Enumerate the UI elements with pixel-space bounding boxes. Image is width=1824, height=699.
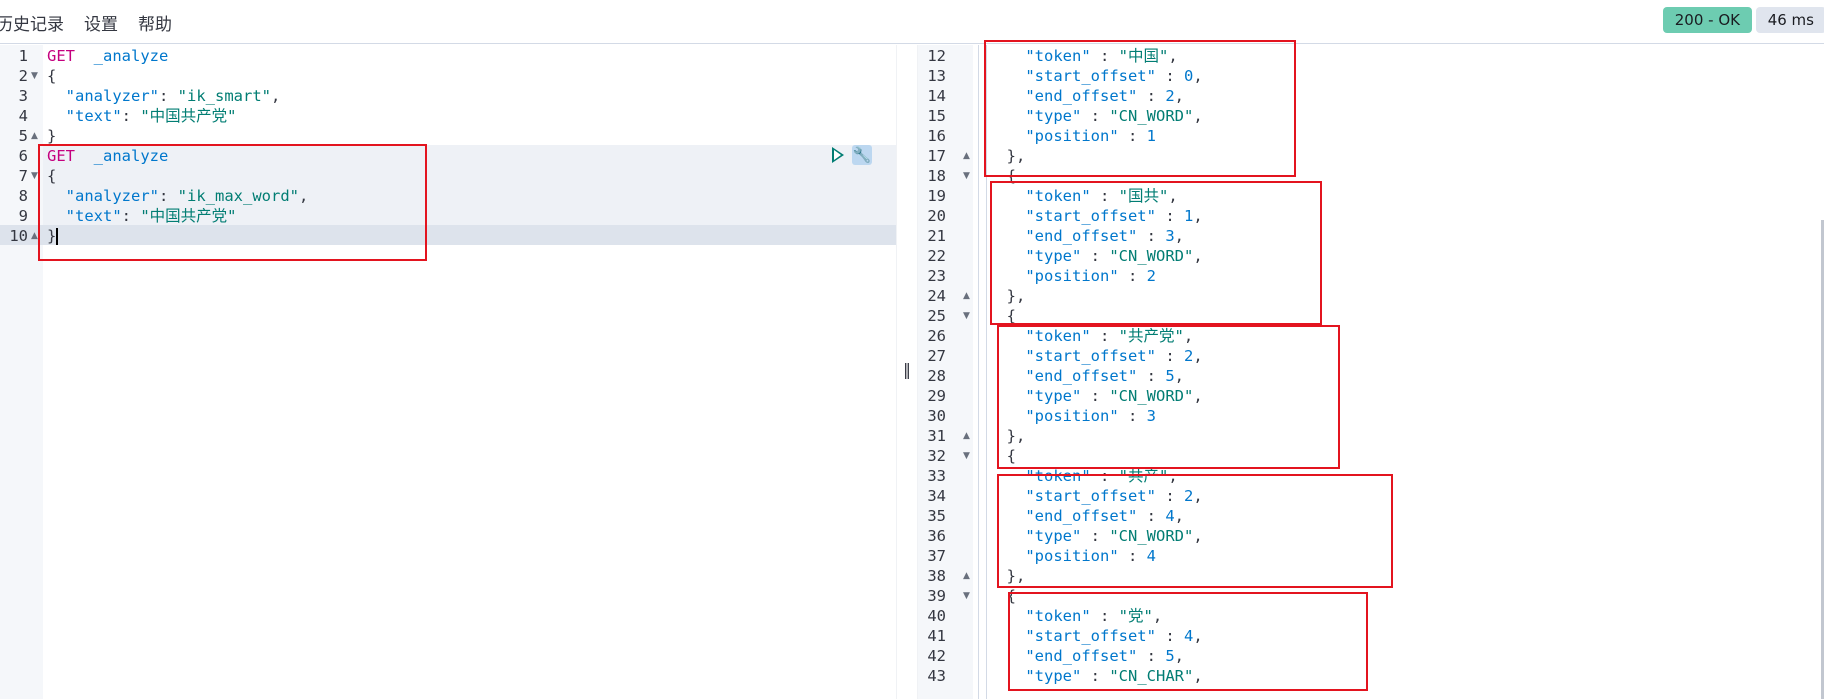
annotation-box-token-2 [990, 181, 1322, 325]
fold-open-icon[interactable]: ▼ [31, 66, 38, 86]
line-number: 12 [927, 47, 946, 65]
fold-close-icon[interactable]: ▲ [963, 146, 970, 166]
line-number: 2 [18, 67, 28, 85]
fold-open-icon[interactable]: ▼ [963, 306, 970, 326]
fold-open-icon[interactable]: ▼ [963, 586, 970, 606]
code-token: : [159, 87, 178, 105]
line-number: 8 [18, 187, 28, 205]
line-number: 15 [927, 107, 946, 125]
line-number: 27 [927, 347, 946, 365]
line-number: 32 [927, 447, 946, 465]
line-number: 7 [18, 167, 28, 185]
fold-close-icon[interactable]: ▲ [963, 566, 970, 586]
line-number: 23 [927, 267, 946, 285]
line-number: 20 [927, 207, 946, 225]
code-line: } [47, 126, 56, 146]
line-number: 35 [927, 507, 946, 525]
line-number: 21 [927, 227, 946, 245]
line-number: 34 [927, 487, 946, 505]
fold-close-icon[interactable]: ▲ [31, 126, 38, 146]
line-number: 41 [927, 627, 946, 645]
annotation-box-request [38, 144, 427, 261]
annotation-box-token-5 [1008, 592, 1368, 691]
line-number: 17 [927, 147, 946, 165]
timing-badge: 46 ms [1755, 7, 1824, 33]
line-number: 3 [18, 87, 28, 105]
line-number: 39 [927, 587, 946, 605]
fold-open-icon[interactable]: ▼ [963, 446, 970, 466]
request-actions: 🔧 [832, 145, 872, 165]
menu-history[interactable]: 历史记录 [0, 10, 64, 35]
code-token: : [121, 107, 141, 125]
indent-guide [978, 45, 979, 699]
line-number: 16 [927, 127, 946, 145]
line-number: 6 [18, 147, 28, 165]
fold-close-icon[interactable]: ▲ [31, 226, 38, 246]
line-number: 5 [18, 127, 28, 145]
code-line: GET _analyze [47, 46, 168, 66]
line-number: 43 [927, 667, 946, 685]
resize-handle-icon[interactable]: ‖ [903, 360, 911, 379]
line-number: 14 [927, 87, 946, 105]
line-number: 28 [927, 367, 946, 385]
line-number: 36 [927, 527, 946, 545]
line-number: 26 [927, 327, 946, 345]
annotation-box-token-1 [984, 40, 1296, 177]
play-icon[interactable] [832, 147, 844, 163]
line-number: 29 [927, 387, 946, 405]
line-number: 1 [18, 47, 28, 65]
menu-settings[interactable]: 设置 [84, 10, 118, 35]
line-number: 4 [18, 107, 28, 125]
line-number: 38 [927, 567, 946, 585]
menu-bar: 历史记录 设置 帮助 [0, 10, 172, 35]
code-token: GET [47, 47, 75, 65]
fold-open-icon[interactable]: ▼ [31, 166, 38, 186]
line-number: 10 [9, 227, 28, 245]
line-number: 13 [927, 67, 946, 85]
menu-help[interactable]: 帮助 [138, 10, 172, 35]
code-token: { [47, 67, 57, 85]
line-number: 22 [927, 247, 946, 265]
line-number: 25 [927, 307, 946, 325]
line-number: 24 [927, 287, 946, 305]
fold-close-icon[interactable]: ▲ [963, 426, 970, 446]
line-number: 18 [927, 167, 946, 185]
code-token: "中国共产党" [140, 107, 237, 125]
annotation-box-token-4 [997, 474, 1393, 588]
line-number: 31 [927, 427, 946, 445]
line-number: 42 [927, 647, 946, 665]
line-number: 30 [927, 407, 946, 425]
fold-open-icon[interactable]: ▼ [963, 166, 970, 186]
code-line: "analyzer": "ik_smart", [47, 86, 281, 106]
fold-close-icon[interactable]: ▲ [963, 286, 970, 306]
code-token: "analyzer" [65, 87, 159, 105]
console-top-bar: 历史记录 设置 帮助 200 - OK 46 ms [0, 0, 1824, 44]
wrench-icon[interactable]: 🔧 [852, 145, 872, 165]
code-line: "text": "中国共产党" [47, 106, 237, 126]
line-number: 9 [18, 207, 28, 225]
line-number: 33 [927, 467, 946, 485]
code-token: } [47, 127, 57, 145]
code-token: "text" [65, 107, 122, 125]
status-badge: 200 - OK [1662, 7, 1752, 33]
code-token: , [271, 87, 281, 105]
code-line: { [47, 66, 56, 86]
line-number: 19 [927, 187, 946, 205]
code-token: "ik_smart" [177, 87, 271, 105]
line-number: 37 [927, 547, 946, 565]
line-number: 40 [927, 607, 946, 625]
code-token: _analyze [93, 47, 169, 65]
annotation-box-token-3 [997, 325, 1340, 469]
